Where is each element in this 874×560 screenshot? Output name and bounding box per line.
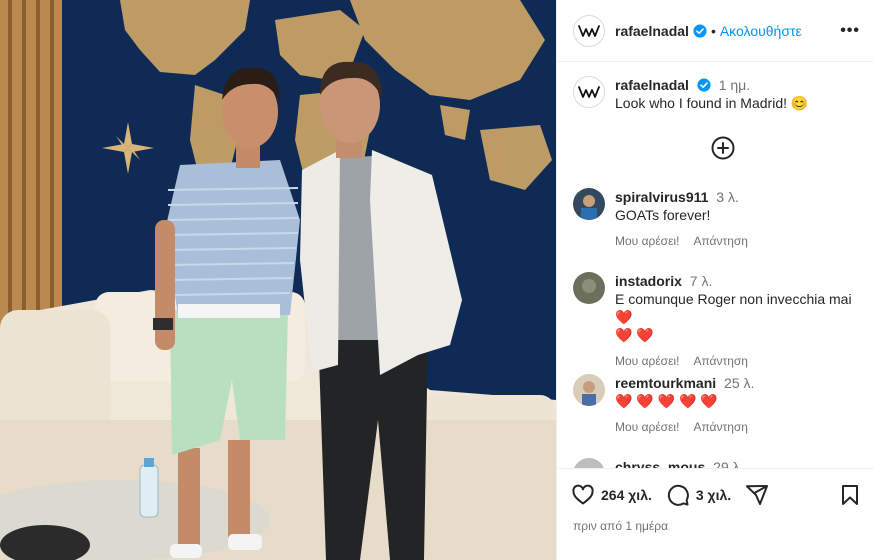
add-circle-icon[interactable] bbox=[711, 136, 735, 160]
post-photo[interactable] bbox=[0, 0, 556, 560]
comment-username[interactable]: chryss_mous bbox=[615, 459, 705, 468]
like-comment-button[interactable]: Μου αρέσει! bbox=[615, 352, 679, 370]
author-avatar[interactable] bbox=[573, 14, 605, 47]
verified-badge-icon bbox=[693, 23, 707, 38]
comments-count[interactable]: 3 χιλ. bbox=[696, 487, 731, 503]
comment-item: reemtourkmani 25 λ. ❤️ ❤️ ❤️ ❤️ ❤️ Μου α… bbox=[573, 374, 864, 436]
comment-time: 7 λ. bbox=[689, 273, 713, 289]
caption-username[interactable]: rafaelnadal bbox=[615, 77, 689, 93]
post-side-panel: rafaelnadal • Ακολουθήστε ••• rafaelnada… bbox=[556, 0, 874, 560]
reply-button[interactable]: Απάντηση bbox=[693, 232, 748, 250]
comment-text-hearts: ❤️ ❤️ bbox=[615, 327, 654, 343]
bookmark-icon[interactable] bbox=[838, 483, 862, 507]
comment-icon[interactable] bbox=[666, 483, 690, 507]
commenter-avatar[interactable] bbox=[573, 272, 605, 304]
nadal-logo-icon bbox=[578, 24, 600, 37]
post-date[interactable]: πριν από 1 ημέρα bbox=[557, 507, 874, 533]
caption-avatar[interactable] bbox=[573, 76, 605, 108]
comment-username[interactable]: instadorix bbox=[615, 273, 682, 289]
comment-time: 3 λ. bbox=[716, 189, 739, 205]
nadal-logo-icon bbox=[578, 86, 600, 98]
commenter-avatar[interactable] bbox=[573, 458, 605, 468]
comment-item: instadorix 7 λ. E comunque Roger non inv… bbox=[573, 272, 864, 370]
follow-button[interactable]: Ακολουθήστε bbox=[720, 23, 802, 39]
comment-text: E comunque Roger non invecchia mai ❤️ bbox=[615, 291, 852, 325]
heart-icon[interactable] bbox=[571, 483, 595, 507]
separator-dot: • bbox=[710, 22, 716, 39]
comment-item: chryss_mous 29 λ. bbox=[573, 458, 864, 468]
comment-username[interactable]: spiralvirus911 bbox=[615, 189, 708, 205]
caption-text: Look who I found in Madrid! 😊 bbox=[615, 95, 809, 111]
commenter-avatar[interactable] bbox=[573, 374, 605, 406]
share-icon[interactable] bbox=[745, 483, 769, 507]
commenter-avatar[interactable] bbox=[573, 188, 605, 220]
reply-button[interactable]: Απάντηση bbox=[693, 352, 748, 370]
comment-time: 25 λ. bbox=[724, 375, 755, 391]
reply-button[interactable]: Απάντηση bbox=[693, 418, 748, 436]
comment-text: ❤️ ❤️ ❤️ ❤️ ❤️ bbox=[615, 393, 718, 409]
comment-text: GOATs forever! bbox=[615, 207, 711, 223]
author-username[interactable]: rafaelnadal bbox=[615, 23, 689, 39]
post-header: rafaelnadal • Ακολουθήστε ••• bbox=[557, 0, 874, 62]
comment-time: 29 λ. bbox=[713, 459, 744, 468]
caption-time: 1 ημ. bbox=[718, 77, 751, 93]
verified-badge-icon bbox=[697, 78, 711, 92]
comment-item: spiralvirus911 3 λ. GOATs forever! Μου α… bbox=[573, 188, 864, 250]
comments-list[interactable]: rafaelnadal 1 ημ. Look who I found in Ma… bbox=[557, 62, 874, 468]
like-comment-button[interactable]: Μου αρέσει! bbox=[615, 418, 679, 436]
more-icon[interactable]: ••• bbox=[840, 22, 860, 40]
caption-block: rafaelnadal 1 ημ. Look who I found in Ma… bbox=[557, 62, 874, 112]
post-footer: 264 χιλ. 3 χιλ. πριν από 1 ημέρα bbox=[557, 468, 874, 560]
like-comment-button[interactable]: Μου αρέσει! bbox=[615, 232, 679, 250]
comment-username[interactable]: reemtourkmani bbox=[615, 375, 716, 391]
likes-count[interactable]: 264 χιλ. bbox=[601, 487, 652, 503]
